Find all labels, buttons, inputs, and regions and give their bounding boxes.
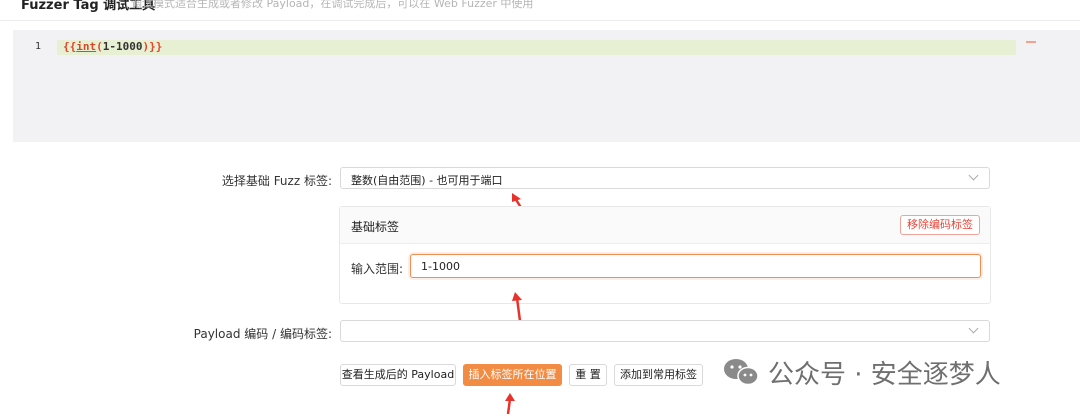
tag-close-braces: }}	[149, 40, 163, 53]
watermark: 公众号 · 安全逐梦人	[722, 352, 1001, 392]
reset-button[interactable]: 重 置	[569, 364, 607, 386]
basic-tag-card: 基础标签 移除编码标签 输入范围:	[339, 206, 991, 304]
card-title: 基础标签	[351, 220, 400, 234]
tag-paren-open: (	[96, 40, 103, 53]
fuzz-tag-selected-value: 整数(自由范围) - 也可用于端口	[351, 174, 503, 187]
payload-encode-select[interactable]	[340, 320, 990, 342]
payload-encode-label: Payload 编码 / 编码标签:	[193, 327, 332, 341]
page-description: 调试模式适合生成或者修改 Payload，在调试完成后，可以在 Web Fuzz…	[131, 0, 534, 10]
annotation-arrow-icon	[505, 393, 515, 415]
add-common-tag-button[interactable]: 添加到常用标签	[614, 364, 703, 386]
code-line[interactable]: {{int(1-1000)}}	[63, 40, 162, 53]
minimap-marker	[1026, 41, 1036, 43]
page-header: Fuzzer Tag 调试工具 调试模式适合生成或者修改 Payload，在调试…	[0, 0, 1080, 21]
watermark-text: 公众号 · 安全逐梦人	[768, 359, 1001, 390]
range-label: 输入范围:	[351, 262, 404, 276]
range-input[interactable]	[410, 254, 981, 278]
tag-function: int	[76, 40, 97, 53]
chevron-down-icon	[968, 170, 979, 181]
fuzz-tag-select[interactable]: 整数(自由范围) - 也可用于端口	[340, 167, 990, 189]
tag-open-braces: {{	[63, 40, 77, 53]
line-number: 1	[35, 41, 42, 52]
card-header: 基础标签 移除编码标签	[340, 207, 990, 244]
view-payload-button[interactable]: 查看生成后的 Payload	[340, 364, 456, 386]
insert-tag-button[interactable]: 插入标签所在位置	[463, 364, 562, 386]
tag-args: 1-1000	[102, 40, 143, 53]
remove-encode-tag-button[interactable]: 移除编码标签	[900, 215, 980, 235]
active-line-highlight	[57, 40, 1016, 55]
wechat-icon	[724, 359, 759, 386]
chevron-down-icon	[968, 323, 979, 334]
code-editor[interactable]: 1 {{int(1-1000)}}	[13, 30, 1080, 142]
fuzz-tag-label: 选择基础 Fuzz 标签:	[221, 174, 332, 188]
